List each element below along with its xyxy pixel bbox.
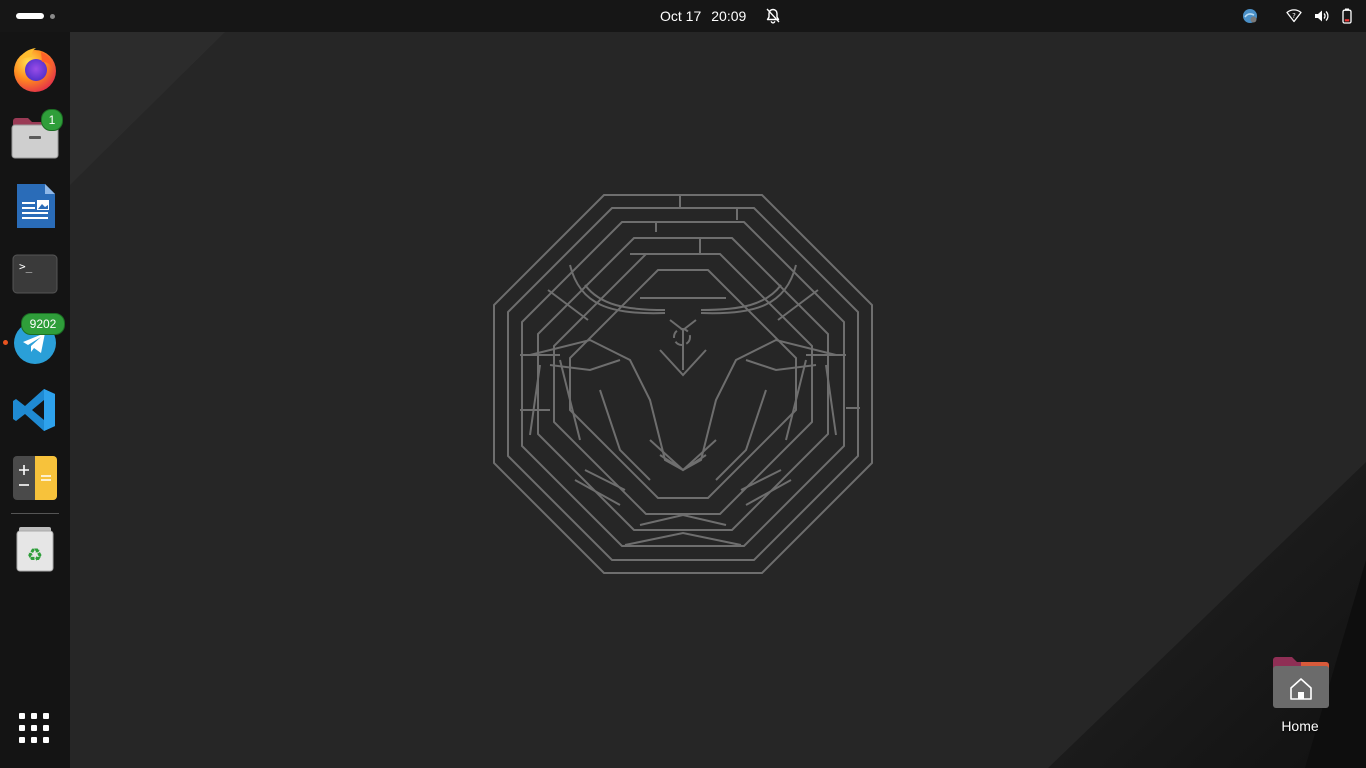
dock-item-vscode[interactable] [11, 386, 59, 434]
dock-item-files[interactable]: 1 [11, 109, 63, 162]
volume-icon[interactable] [1314, 9, 1330, 23]
notification-badge: 9202 [21, 313, 65, 335]
workspace-indicator-inactive [50, 14, 55, 19]
dock-item-libreoffice-writer[interactable] [11, 182, 59, 230]
home-folder-icon [1273, 657, 1329, 708]
terminal-icon: >_ [12, 254, 58, 294]
notification-bell-icon [766, 8, 780, 24]
clock-date: Oct 17 [660, 8, 702, 24]
workspace-indicator-active [16, 13, 44, 19]
svg-text:♻: ♻ [27, 545, 43, 566]
activities-button[interactable] [10, 9, 58, 23]
dock-item-trash[interactable]: ♻ [11, 525, 59, 573]
dock-item-terminal[interactable]: >_ [11, 250, 59, 298]
svg-text:?: ? [1292, 12, 1296, 20]
desktop-wallpaper [70, 32, 1366, 768]
clock-button[interactable]: Oct 17 20:09 [660, 0, 800, 32]
vscode-icon [13, 389, 55, 431]
battery-icon[interactable] [1342, 8, 1352, 24]
running-indicator [3, 340, 8, 345]
desktop-home-label: Home [1281, 718, 1319, 734]
svg-text:>_: >_ [19, 260, 33, 273]
dock-separator [11, 513, 59, 514]
dock-item-firefox[interactable] [11, 46, 59, 94]
top-bar: Oct 17 20:09 ? [0, 0, 1366, 32]
calculator-icon [13, 456, 57, 500]
dock: 1 >_ 9202 ♻ [0, 32, 70, 768]
system-tray[interactable]: ? [1242, 0, 1352, 32]
clock-time: 20:09 [711, 8, 747, 24]
trash-icon: ♻ [16, 527, 54, 572]
show-applications-button[interactable] [19, 713, 53, 747]
firefox-icon [14, 48, 56, 92]
dock-item-telegram[interactable]: 9202 [11, 313, 65, 366]
app-indicator-icon[interactable] [1242, 8, 1258, 24]
wifi-icon[interactable]: ? [1286, 9, 1302, 23]
desktop-home-folder[interactable]: Home [1268, 654, 1332, 744]
notification-badge: 1 [41, 109, 63, 131]
writer-icon [17, 184, 55, 228]
dock-item-calculator[interactable] [11, 454, 59, 502]
